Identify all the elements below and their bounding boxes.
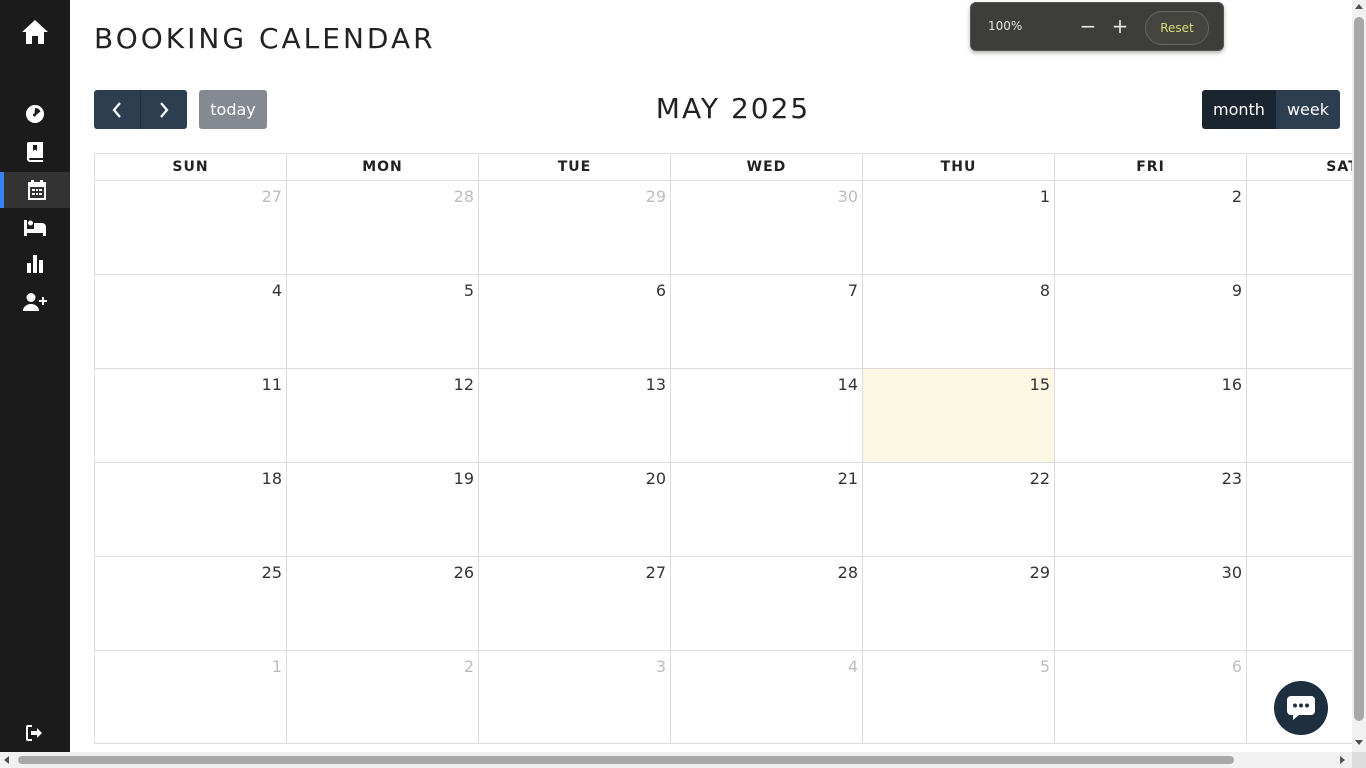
calendar-day-cell[interactable]: 28: [287, 181, 479, 275]
view-switcher: month week: [1202, 90, 1340, 129]
weekday-header: THU: [863, 154, 1055, 181]
calendar-day-cell[interactable]: 31: [1247, 557, 1352, 651]
calendar-week-row: 27282930123: [95, 181, 1352, 275]
calendar-day-cell[interactable]: 13: [479, 369, 671, 463]
month-calendar-grid: SUNMONTUEWEDTHUFRISAT 272829301234567891…: [94, 153, 1352, 744]
logout-icon: [26, 725, 42, 741]
calendar-week-row: 18192021222324: [95, 463, 1352, 557]
calendar-day-cell[interactable]: 23: [1055, 463, 1247, 557]
calendar-day-today[interactable]: 15: [863, 369, 1055, 463]
calendar-day-cell[interactable]: 28: [671, 557, 863, 651]
month-title: MAY 2025: [655, 92, 811, 125]
calendar-day-cell[interactable]: 6: [1055, 651, 1247, 744]
weekday-header: WED: [671, 154, 863, 181]
horizontal-scroll-thumb[interactable]: [18, 756, 1234, 764]
scroll-up-arrow[interactable]: [1355, 4, 1363, 9]
calendar-day-cell[interactable]: 19: [287, 463, 479, 557]
weekday-header-row: SUNMONTUEWEDTHUFRISAT: [95, 154, 1352, 181]
calendar-day-cell[interactable]: 2: [287, 651, 479, 744]
calendar-day-cell[interactable]: 4: [671, 651, 863, 744]
calendar-day-cell[interactable]: 25: [95, 557, 287, 651]
zoom-in-button[interactable]: +: [1109, 15, 1131, 37]
calendar-day-cell[interactable]: 30: [1055, 557, 1247, 651]
calendar-day-cell[interactable]: 1: [863, 181, 1055, 275]
calendar-day-cell[interactable]: 2: [1055, 181, 1247, 275]
main-content: BOOKING CALENDAR today MAY 2025 month we…: [70, 0, 1352, 752]
month-view-button[interactable]: month: [1202, 90, 1276, 129]
calendar-day-cell[interactable]: 11: [95, 369, 287, 463]
weekday-header: TUE: [479, 154, 671, 181]
sidebar: [0, 0, 70, 752]
calendar-day-cell[interactable]: 20: [479, 463, 671, 557]
calendar-day-cell[interactable]: 1: [95, 651, 287, 744]
calendar-day-cell[interactable]: 9: [1055, 275, 1247, 369]
calendar-week-row: 11121314151617: [95, 369, 1352, 463]
page-title: BOOKING CALENDAR: [94, 22, 436, 55]
chat-bubble-icon: [1287, 696, 1315, 720]
scrollbar-corner: [1352, 752, 1366, 768]
sidebar-item-bookings[interactable]: [0, 134, 70, 170]
calendar-day-cell[interactable]: 27: [95, 181, 287, 275]
calendar-day-cell[interactable]: 29: [479, 181, 671, 275]
calendar-week-row: 45678910: [95, 275, 1352, 369]
horizontal-scrollbar[interactable]: [0, 752, 1352, 768]
calendar-day-cell[interactable]: 17: [1247, 369, 1352, 463]
weekday-header: MON: [287, 154, 479, 181]
calendar-day-cell[interactable]: 27: [479, 557, 671, 651]
zoom-reset-button[interactable]: Reset: [1145, 11, 1209, 45]
calendar-day-cell[interactable]: 10: [1247, 275, 1352, 369]
calendar-day-cell[interactable]: 5: [287, 275, 479, 369]
calendar-day-cell[interactable]: 18: [95, 463, 287, 557]
sidebar-item-home[interactable]: [0, 14, 70, 50]
sidebar-item-add-user[interactable]: [0, 284, 70, 320]
calendar-day-cell[interactable]: 6: [479, 275, 671, 369]
chat-button[interactable]: [1274, 681, 1328, 735]
weekday-header: FRI: [1055, 154, 1247, 181]
scroll-right-arrow[interactable]: [1340, 756, 1345, 764]
calendar-day-cell[interactable]: 7: [671, 275, 863, 369]
sidebar-item-logout[interactable]: [0, 715, 70, 751]
calendar-week-row: 1234567: [95, 651, 1352, 744]
scroll-down-arrow[interactable]: [1355, 740, 1363, 745]
zoom-level: 100%: [988, 19, 1023, 33]
calendar-day-cell[interactable]: 4: [95, 275, 287, 369]
calendar-day-cell[interactable]: 8: [863, 275, 1055, 369]
calendar-day-cell[interactable]: 22: [863, 463, 1055, 557]
bar-chart-icon: [27, 255, 43, 273]
calendar-day-cell[interactable]: 30: [671, 181, 863, 275]
calendar-day-cell[interactable]: 5: [863, 651, 1055, 744]
calendar-day-cell[interactable]: 14: [671, 369, 863, 463]
calendar-day-cell[interactable]: 16: [1055, 369, 1247, 463]
calendar-body: 2728293012345678910111213141516171819202…: [95, 181, 1352, 744]
user-plus-icon: [23, 293, 47, 311]
zoom-toolbar: 100% − + Reset: [970, 2, 1224, 51]
calendar-day-cell[interactable]: 29: [863, 557, 1055, 651]
vertical-scroll-thumb[interactable]: [1354, 17, 1364, 721]
calendar-day-cell[interactable]: 24: [1247, 463, 1352, 557]
calendar-day-cell[interactable]: 12: [287, 369, 479, 463]
dashboard-gauge-icon: [26, 105, 45, 123]
week-view-button[interactable]: week: [1275, 90, 1340, 129]
sidebar-item-dashboard[interactable]: [0, 96, 70, 132]
zoom-out-button[interactable]: −: [1077, 15, 1099, 37]
bed-icon: [24, 220, 46, 236]
weekday-header: SAT: [1247, 154, 1352, 181]
calendar-icon: [28, 180, 46, 200]
book-icon: [27, 142, 43, 162]
scroll-left-arrow[interactable]: [4, 756, 9, 764]
calendar-day-cell[interactable]: 3: [479, 651, 671, 744]
calendar-week-row: 25262728293031: [95, 557, 1352, 651]
weekday-header: SUN: [95, 154, 287, 181]
vertical-scrollbar[interactable]: [1352, 0, 1366, 752]
sidebar-item-reports[interactable]: [0, 246, 70, 282]
sidebar-item-rooms[interactable]: [0, 210, 70, 246]
calendar-day-cell[interactable]: 3: [1247, 181, 1352, 275]
home-icon: [22, 20, 48, 44]
sidebar-item-calendar[interactable]: [0, 172, 70, 208]
calendar-day-cell[interactable]: 21: [671, 463, 863, 557]
calendar-day-cell[interactable]: 26: [287, 557, 479, 651]
